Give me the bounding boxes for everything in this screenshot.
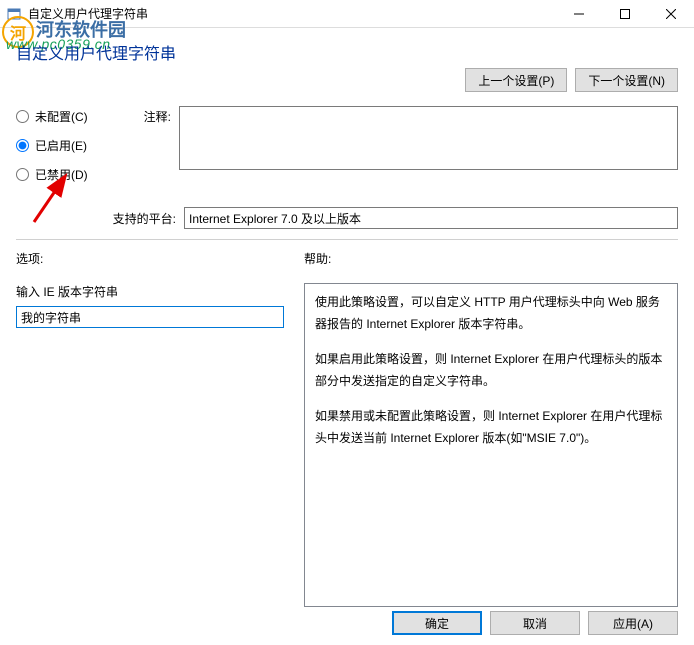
platform-label: 支持的平台: <box>16 210 184 227</box>
page-title: 自定义用户代理字符串 <box>16 40 678 64</box>
ie-string-label: 输入 IE 版本字符串 <box>16 283 294 300</box>
radio-disabled-input[interactable] <box>16 168 29 181</box>
apply-button[interactable]: 应用(A) <box>588 611 678 635</box>
comment-textarea[interactable] <box>179 106 678 170</box>
titlebar: 自定义用户代理字符串 <box>0 0 694 28</box>
help-textbox[interactable]: 使用此策略设置，可以自定义 HTTP 用户代理标头中向 Web 服务器报告的 I… <box>304 283 678 607</box>
app-icon <box>6 6 22 22</box>
help-paragraph: 使用此策略设置，可以自定义 HTTP 用户代理标头中向 Web 服务器报告的 I… <box>315 292 667 335</box>
divider <box>16 239 678 240</box>
ie-string-input[interactable] <box>16 306 284 328</box>
radio-enabled-label: 已启用(E) <box>35 137 87 154</box>
platform-field <box>184 207 678 229</box>
radio-disabled-label: 已禁用(D) <box>35 166 88 183</box>
window-title: 自定义用户代理字符串 <box>28 5 556 22</box>
radio-disabled[interactable]: 已禁用(D) <box>16 166 121 183</box>
cancel-button[interactable]: 取消 <box>490 611 580 635</box>
options-heading: 选项: <box>16 250 304 267</box>
prev-setting-button[interactable]: 上一个设置(P) <box>465 68 567 92</box>
radio-not-configured-label: 未配置(C) <box>35 108 88 125</box>
help-paragraph: 如果启用此策略设置，则 Internet Explorer 在用户代理标头的版本… <box>315 349 667 392</box>
comment-label: 注释: <box>121 106 179 125</box>
radio-enabled-input[interactable] <box>16 139 29 152</box>
minimize-button[interactable] <box>556 0 602 28</box>
maximize-button[interactable] <box>602 0 648 28</box>
help-paragraph: 如果禁用或未配置此策略设置，则 Internet Explorer 在用户代理标… <box>315 406 667 449</box>
ok-button[interactable]: 确定 <box>392 611 482 635</box>
radio-not-configured[interactable]: 未配置(C) <box>16 108 121 125</box>
close-button[interactable] <box>648 0 694 28</box>
help-heading: 帮助: <box>304 250 331 267</box>
next-setting-button[interactable]: 下一个设置(N) <box>575 68 678 92</box>
radio-enabled[interactable]: 已启用(E) <box>16 137 121 154</box>
radio-not-configured-input[interactable] <box>16 110 29 123</box>
